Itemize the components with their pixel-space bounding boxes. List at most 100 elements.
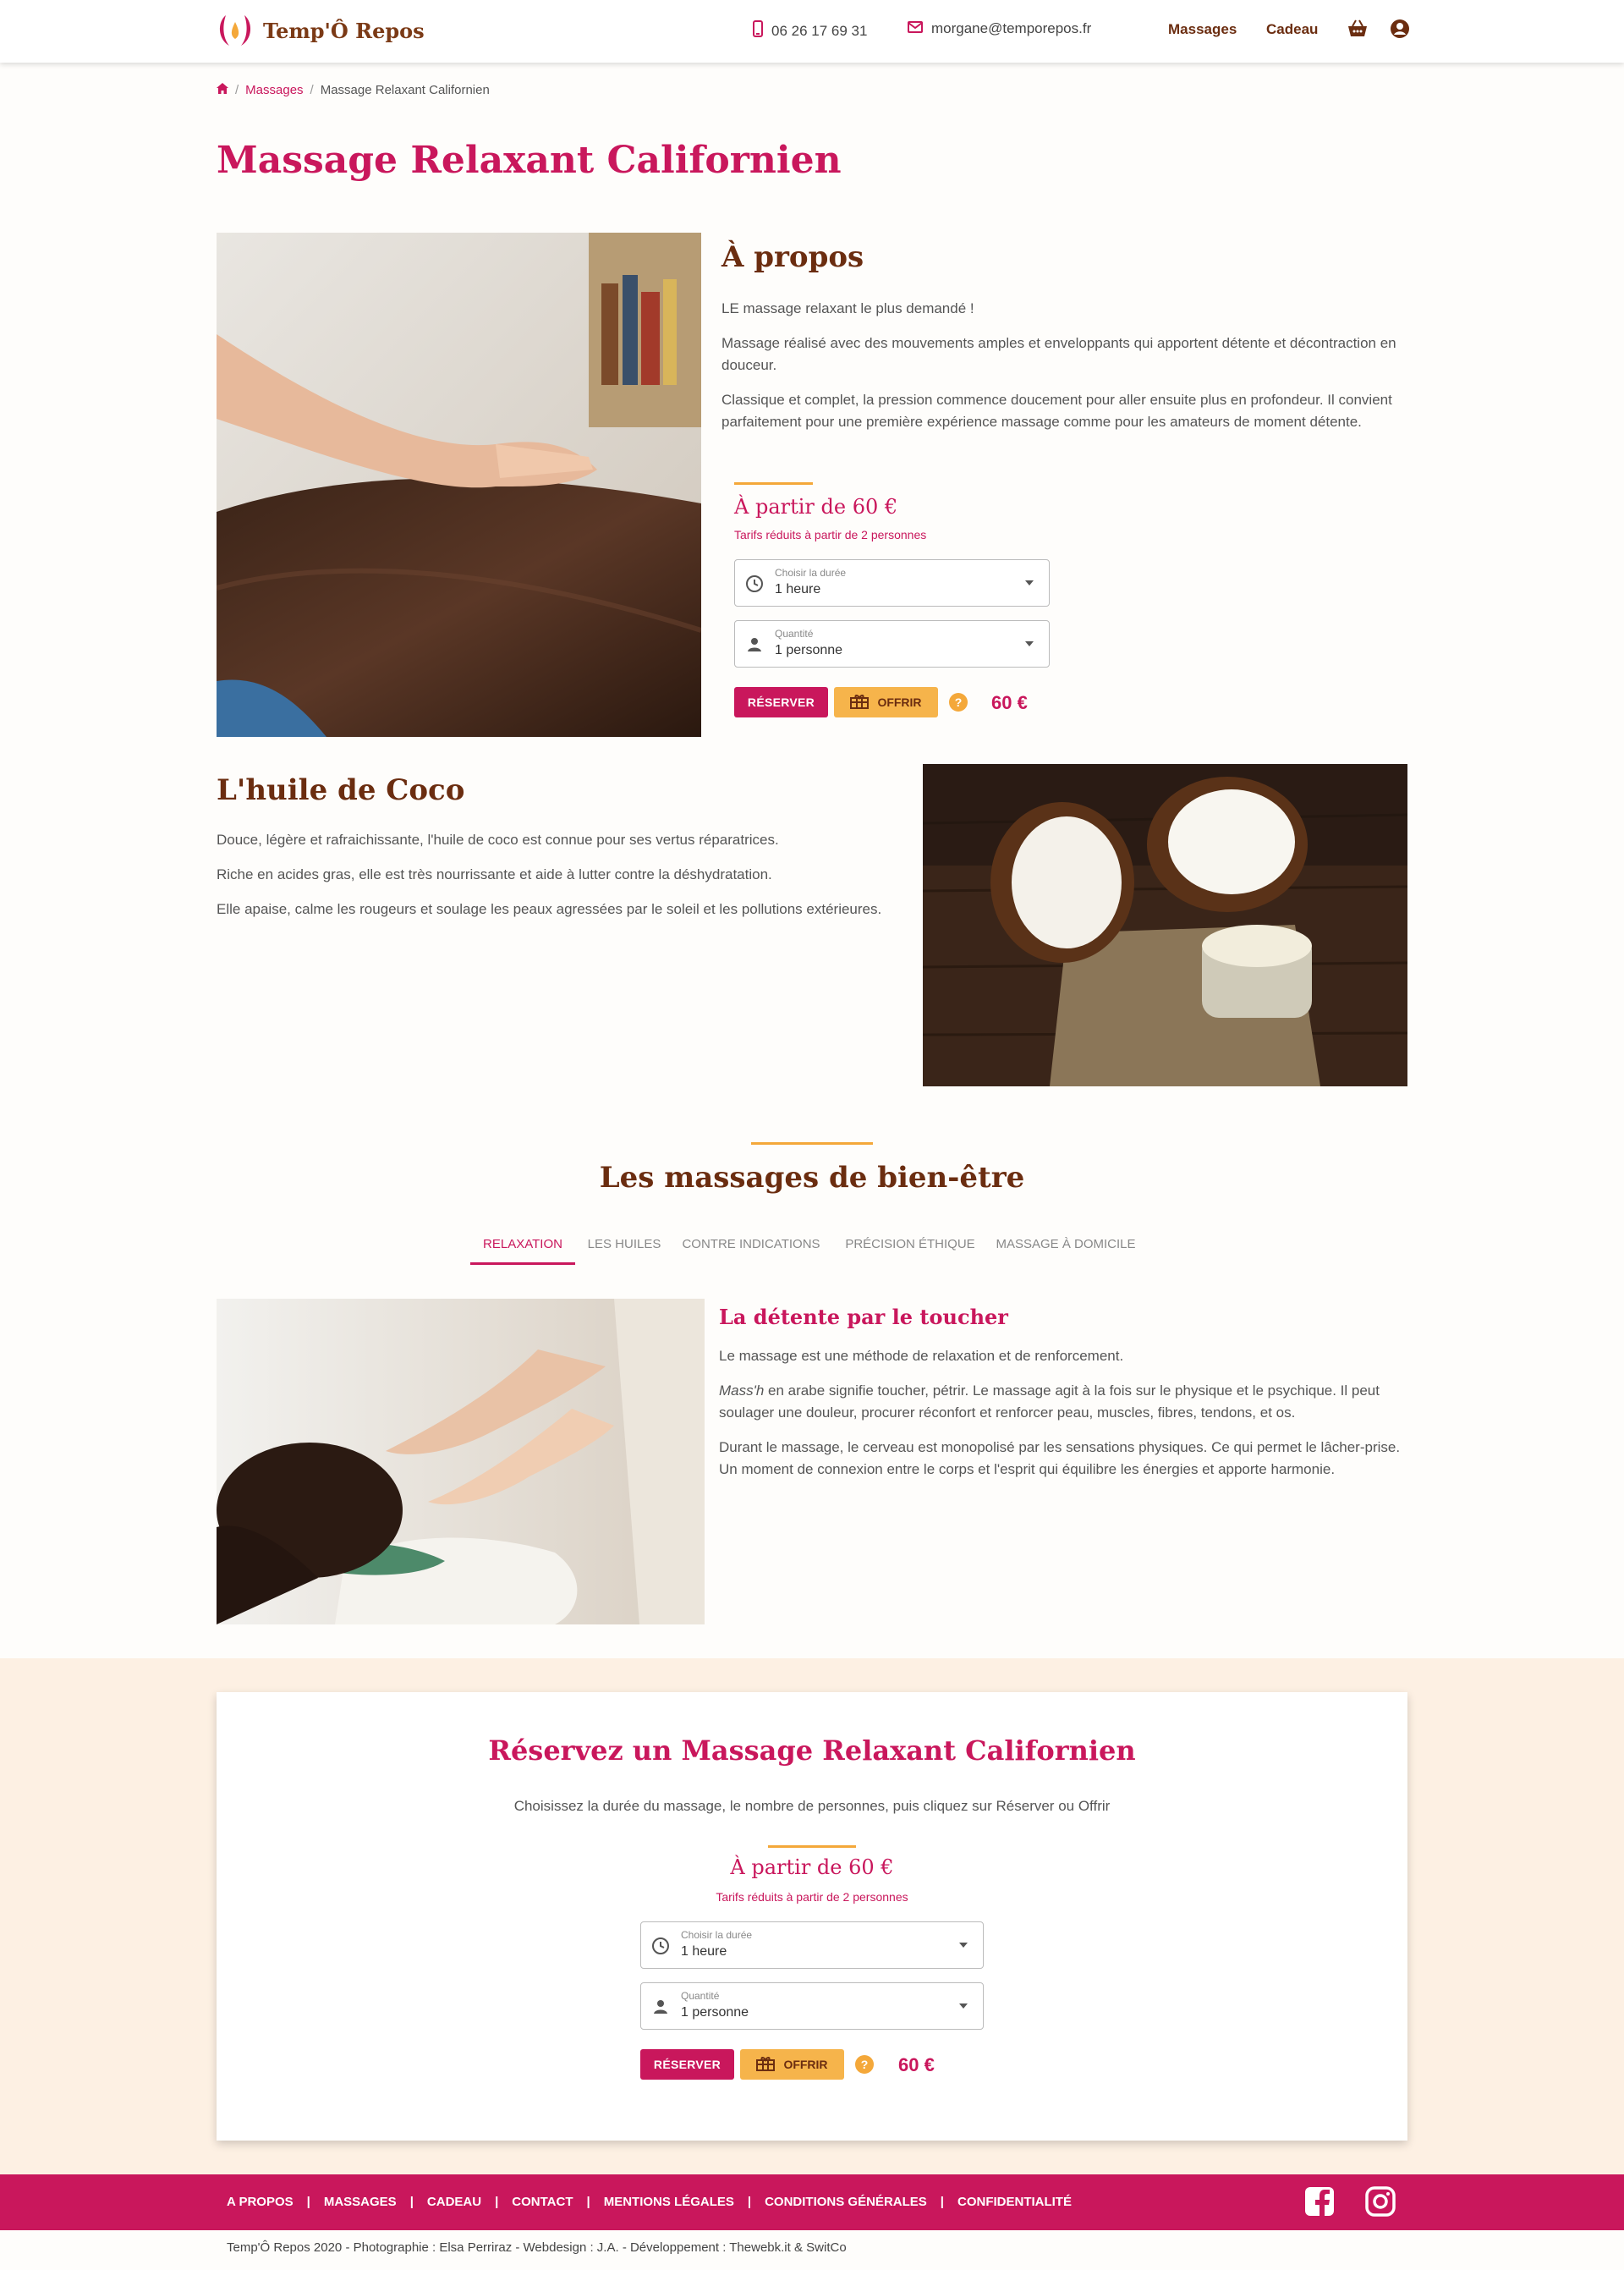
relaxation-subtitle: La détente par le toucher: [719, 1305, 1008, 1329]
tab-relaxation[interactable]: RELAXATION: [470, 1237, 575, 1251]
footer-link-mentions-legales[interactable]: MENTIONS LÉGALES: [604, 2195, 734, 2209]
help-icon[interactable]: ?: [949, 693, 968, 712]
duration-label: Choisir la durée: [681, 1929, 753, 1941]
footer-link-cadeau[interactable]: CADEAU: [427, 2195, 481, 2209]
active-tab-indicator: [470, 1262, 575, 1265]
relaxation-paragraph: Mass'h en arabe signifie toucher, pétrir…: [719, 1380, 1408, 1424]
site-header: Temp'Ô Repos 06 26 17 69 31 morgane@temp…: [0, 0, 1624, 63]
duration-label: Choisir la durée: [775, 567, 847, 579]
breadcrumb-separator: /: [310, 83, 314, 97]
footer-separator: |: [495, 2195, 499, 2209]
footer-separator: |: [409, 2195, 414, 2209]
duration-value: 1 heure: [681, 1944, 727, 1959]
footer-separator: |: [747, 2195, 752, 2209]
oil-title: L'huile de Coco: [217, 773, 465, 807]
footer-nav: A PROPOS | MASSAGES | CADEAU | CONTACT |…: [227, 2195, 1072, 2209]
brand-name: Temp'Ô Repos: [263, 18, 425, 43]
footer-link-contact[interactable]: CONTACT: [512, 2195, 573, 2209]
chevron-down-icon: [1025, 580, 1034, 585]
tab-precision-ethique[interactable]: PRÉCISION ÉTHIQUE: [839, 1237, 981, 1251]
logo-icon: [214, 10, 256, 51]
clock-icon: [651, 1937, 670, 1959]
site-footer: A PROPOS | MASSAGES | CADEAU | CONTACT |…: [0, 2174, 1624, 2230]
offer-button[interactable]: OFFRIR: [740, 2049, 844, 2080]
quantity-select[interactable]: Quantité 1 personne: [734, 620, 1050, 668]
email-address: morgane@temporepos.fr: [931, 20, 1092, 36]
price-value: 60 €: [991, 692, 1028, 713]
booking-title: Réservez un Massage Relaxant Californien: [488, 1734, 1136, 1767]
footer-separator: |: [940, 2195, 944, 2209]
footer-link-confidentialite[interactable]: CONFIDENTIALITÉ: [957, 2195, 1072, 2209]
gift-icon: [756, 2056, 776, 2074]
footer-link-conditions-generales[interactable]: CONDITIONS GÉNÉRALES: [765, 2195, 927, 2209]
footer-separator: |: [306, 2195, 310, 2209]
paragraph-text: en arabe signifie toucher, pétrir. Le ma…: [719, 1382, 1380, 1421]
person-icon: [745, 635, 764, 658]
breadcrumb: / Massages / Massage Relaxant Californie…: [217, 83, 490, 97]
booking-subtitle: Choisissez la durée du massage, le nombr…: [513, 1798, 1111, 1814]
tab-les-huiles[interactable]: LES HUILES: [584, 1237, 665, 1251]
offer-label: OFFRIR: [877, 695, 922, 709]
oil-paragraph: Elle apaise, calme les rougeurs et soula…: [217, 901, 882, 917]
chevron-down-icon: [1025, 641, 1034, 646]
price-value: 60 €: [898, 2054, 935, 2075]
oil-text: Douce, légère et rafraichissante, l'huil…: [217, 829, 910, 933]
quantity-label: Quantité: [775, 628, 814, 640]
chevron-down-icon: [959, 1943, 968, 1948]
quantity-select[interactable]: Quantité 1 personne: [640, 1982, 984, 2030]
about-paragraph: Massage réalisé avec des mouvements ampl…: [721, 335, 1396, 373]
price-note: Tarifs réduits à partir de 2 personnes: [716, 1890, 908, 1904]
reserve-button[interactable]: RÉSERVER: [734, 687, 828, 717]
nav-cadeau[interactable]: Cadeau: [1266, 21, 1318, 38]
wellbeing-title: Les massages de bien-être: [599, 1161, 1025, 1195]
duration-value: 1 heure: [775, 582, 821, 596]
about-title: À propos: [721, 240, 864, 274]
phone-contact[interactable]: 06 26 17 69 31: [753, 20, 867, 41]
emphasis-text: Mass'h: [719, 1382, 765, 1399]
breadcrumb-massages[interactable]: Massages: [245, 83, 303, 97]
coconut-photo: [923, 764, 1407, 1086]
oil-paragraph: Douce, légère et rafraichissante, l'huil…: [217, 832, 779, 848]
person-icon: [651, 1998, 670, 2020]
offer-label: OFFRIR: [783, 2058, 828, 2071]
breadcrumb-current: Massage Relaxant Californien: [320, 83, 490, 97]
accent-divider: [734, 482, 813, 485]
mail-icon: [908, 20, 923, 37]
accent-divider: [768, 1845, 856, 1848]
duration-select[interactable]: Choisir la durée 1 heure: [734, 559, 1050, 607]
offer-button[interactable]: OFFRIR: [834, 687, 938, 717]
tab-massage-a-domicile[interactable]: MASSAGE À DOMICILE: [991, 1237, 1140, 1251]
chevron-down-icon: [959, 2003, 968, 2009]
relaxation-text: Le massage est une méthode de relaxation…: [719, 1345, 1408, 1493]
about-text: LE massage relaxant le plus demandé ! Ma…: [721, 298, 1407, 446]
price-from: À partir de 60 €: [734, 495, 898, 519]
gift-icon: [850, 694, 870, 712]
home-icon[interactable]: [217, 83, 228, 97]
phone-number: 06 26 17 69 31: [771, 22, 868, 39]
about-paragraph: LE massage relaxant le plus demandé !: [721, 300, 974, 316]
reserve-button[interactable]: RÉSERVER: [640, 2049, 734, 2080]
accent-divider: [751, 1142, 873, 1145]
nav-massages[interactable]: Massages: [1168, 21, 1237, 38]
instagram-icon[interactable]: [1365, 2186, 1396, 2221]
cart-icon[interactable]: [1347, 19, 1369, 43]
footer-link-a-propos[interactable]: A PROPOS: [227, 2195, 294, 2209]
quantity-value: 1 personne: [681, 2005, 749, 2020]
breadcrumb-separator: /: [235, 83, 239, 97]
massage-back-photo: [217, 233, 701, 737]
price-note: Tarifs réduits à partir de 2 personnes: [734, 528, 927, 541]
email-contact[interactable]: morgane@temporepos.fr: [908, 20, 1091, 37]
footer-credits: Temp'Ô Repos 2020 - Photographie : Elsa …: [227, 2240, 847, 2255]
page-title: Massage Relaxant Californien: [217, 139, 842, 182]
quantity-label: Quantité: [681, 1990, 720, 2002]
help-icon[interactable]: ?: [855, 2055, 874, 2074]
clock-icon: [745, 574, 764, 597]
brand-logo[interactable]: Temp'Ô Repos: [214, 10, 425, 51]
duration-select[interactable]: Choisir la durée 1 heure: [640, 1921, 984, 1969]
oil-paragraph: Riche en acides gras, elle est très nour…: [217, 866, 772, 882]
footer-link-massages[interactable]: MASSAGES: [324, 2195, 397, 2209]
account-icon[interactable]: [1390, 19, 1410, 43]
footer-separator: |: [586, 2195, 590, 2209]
facebook-icon[interactable]: [1304, 2186, 1335, 2221]
tab-contre-indications[interactable]: CONTRE INDICATIONS: [677, 1237, 826, 1251]
